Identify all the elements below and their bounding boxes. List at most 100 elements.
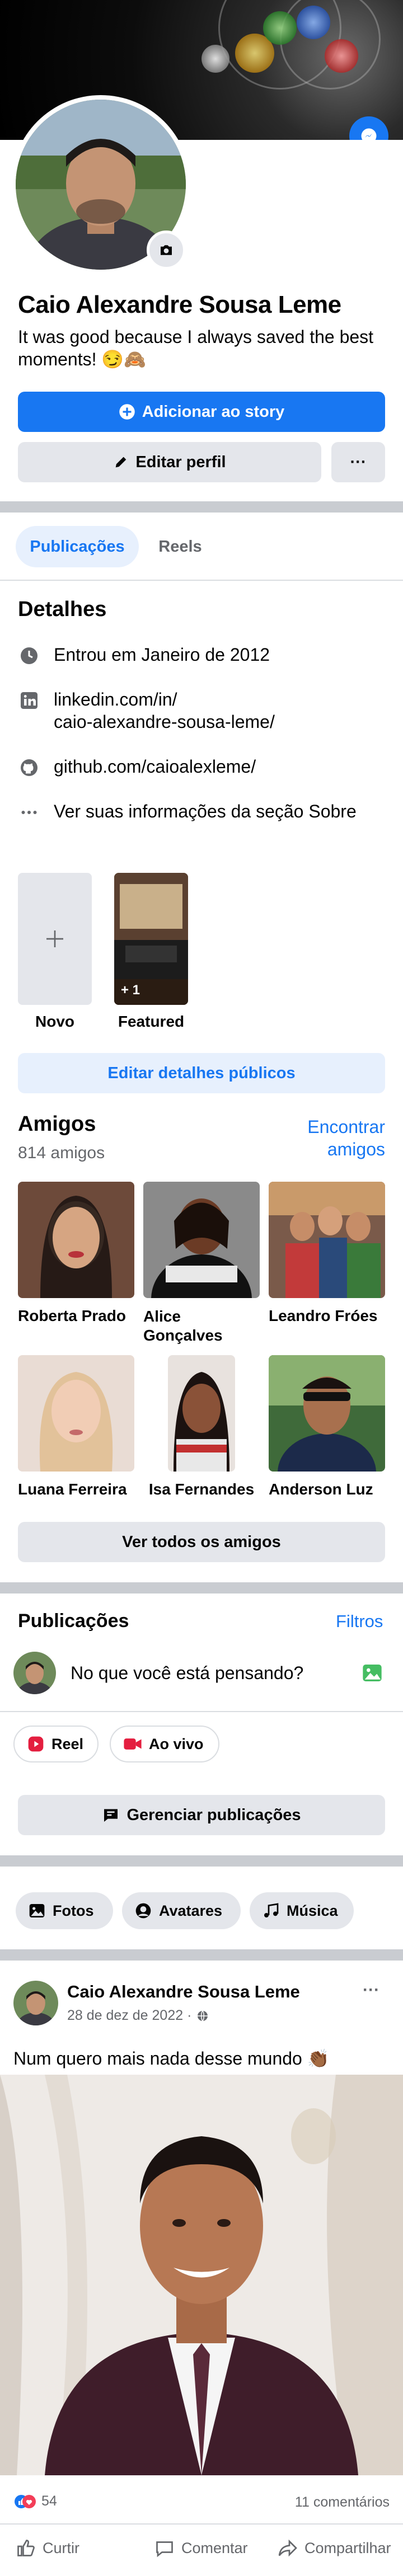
- featured-highlight-card[interactable]: + 1: [114, 873, 188, 1005]
- friend-photo[interactable]: [269, 1355, 385, 1472]
- cover-decoration: [202, 45, 229, 73]
- section-separator: [0, 1855, 403, 1867]
- music-tab-label: Música: [287, 1902, 338, 1919]
- composer-avatar[interactable]: [13, 1652, 56, 1694]
- share-label: Compartilhar: [304, 2539, 391, 2556]
- comment-button[interactable]: Comentar: [154, 2538, 248, 2558]
- share-button[interactable]: Compartilhar: [278, 2538, 391, 2558]
- avatar-camera-button[interactable]: [147, 231, 186, 270]
- detail-linkedin-text: linkedin.com/in/ caio-alexandre-sousa-le…: [54, 689, 275, 732]
- see-all-friends-button[interactable]: Ver todos os amigos: [18, 1522, 385, 1562]
- detail-linkedin[interactable]: linkedin.com/in/ caio-alexandre-sousa-le…: [18, 688, 275, 733]
- friend-name[interactable]: Luana Ferreira: [18, 1480, 134, 1498]
- reaction-summary[interactable]: 54: [13, 2493, 57, 2509]
- friend-name[interactable]: Leandro Fróes: [269, 1307, 385, 1325]
- details-title: Detalhes: [18, 598, 107, 621]
- friend-photo[interactable]: [143, 1182, 260, 1298]
- tab-posts-label: Publicações: [30, 537, 125, 556]
- globe-icon: [198, 2010, 208, 2022]
- like-label: Curtir: [43, 2539, 79, 2556]
- find-friends-link[interactable]: Encontrar amigos: [291, 1116, 385, 1160]
- detail-joined: Entrou em Janeiro de 2012: [18, 643, 270, 667]
- photos-tab-label: Fotos: [53, 1902, 94, 1919]
- friend-photo[interactable]: [18, 1182, 134, 1298]
- profile-name: Caio Alexandre Sousa Leme: [18, 291, 341, 318]
- edit-profile-button[interactable]: Editar perfil: [18, 442, 321, 482]
- photos-tab[interactable]: Fotos: [16, 1892, 113, 1929]
- comment-label: Comentar: [181, 2539, 248, 2556]
- detail-github-text: github.com/caioalexleme/: [54, 756, 256, 777]
- section-separator: [0, 1949, 403, 1961]
- avatars-tab-label: Avatares: [159, 1902, 223, 1919]
- reaction-count: 54: [41, 2493, 57, 2509]
- reel-button[interactable]: Reel: [13, 1726, 99, 1762]
- github-icon: [18, 756, 40, 779]
- friend-photo[interactable]: [18, 1355, 134, 1472]
- post-date: 28 de dez de 2022 ·: [67, 2008, 192, 2023]
- friend-photo[interactable]: [168, 1355, 235, 1472]
- edit-public-details-label: Editar detalhes públicos: [107, 1064, 296, 1082]
- filters-link[interactable]: Filtros: [336, 1611, 383, 1632]
- friend-name[interactable]: Isa Fernandes: [143, 1480, 260, 1498]
- edit-profile-label: Editar perfil: [135, 453, 226, 471]
- post-text: Num quero mais nada desse mundo 👏🏾: [13, 2048, 330, 2069]
- friend-name[interactable]: Alice Gonçalves: [143, 1307, 260, 1345]
- post-photo[interactable]: [0, 2075, 403, 2475]
- add-story-label: Adicionar ao story: [142, 402, 285, 421]
- reel-icon: [28, 1736, 44, 1752]
- avatar-story-button[interactable]: [349, 116, 388, 140]
- post-more-button[interactable]: ···: [363, 1981, 379, 2000]
- featured-count: + 1: [121, 983, 140, 998]
- messenger-icon: [361, 128, 377, 140]
- section-separator: [0, 1582, 403, 1593]
- avatar-sticker-icon: [135, 1903, 151, 1919]
- live-button[interactable]: Ao vivo: [110, 1726, 219, 1762]
- tab-posts[interactable]: Publicações: [16, 526, 139, 567]
- reel-label: Reel: [51, 1735, 84, 1752]
- detail-joined-text: Entrou em Janeiro de 2012: [54, 645, 270, 665]
- divider: [0, 1711, 403, 1712]
- profile-bio: It was good because I always saved the b…: [18, 327, 374, 369]
- linkedin-icon: [18, 689, 40, 712]
- thumbs-up-icon: [17, 2540, 35, 2556]
- post-author-avatar[interactable]: [13, 1981, 58, 2025]
- section-separator: [0, 501, 403, 513]
- comment-icon: [156, 2541, 173, 2558]
- avatars-tab[interactable]: Avatares: [122, 1892, 241, 1929]
- post-author-name[interactable]: Caio Alexandre Sousa Leme: [67, 1982, 300, 2002]
- composer-input[interactable]: No que você está pensando?: [71, 1663, 303, 1684]
- detail-about[interactable]: Ver suas informações da seção Sobre: [18, 800, 357, 824]
- edit-public-details-button[interactable]: Editar detalhes públicos: [18, 1053, 385, 1093]
- like-button[interactable]: Curtir: [16, 2538, 79, 2558]
- add-story-button[interactable]: Adicionar ao story: [18, 392, 385, 432]
- friend-name[interactable]: Anderson Luz: [269, 1480, 385, 1498]
- comment-count[interactable]: 11 comentários: [295, 2494, 390, 2511]
- cover-decoration: [297, 6, 330, 39]
- detail-about-text: Ver suas informações da seção Sobre: [54, 801, 357, 821]
- plus-icon: [46, 930, 63, 947]
- dots-icon: [18, 801, 40, 824]
- music-tab[interactable]: Música: [250, 1892, 354, 1929]
- manage-posts-button[interactable]: Gerenciar publicações: [18, 1795, 385, 1835]
- photos-icon: [29, 1904, 45, 1917]
- share-arrow-icon: [278, 2539, 297, 2557]
- featured-new-card[interactable]: [18, 873, 92, 1005]
- manage-posts-label: Gerenciar publicações: [126, 1806, 301, 1824]
- detail-github[interactable]: github.com/caioalexleme/: [18, 755, 256, 779]
- more-options-button[interactable]: ···: [331, 442, 385, 482]
- see-all-friends-label: Ver todos os amigos: [122, 1533, 281, 1551]
- cover-decoration: [325, 39, 358, 73]
- friends-title: Amigos: [18, 1112, 96, 1136]
- like-love-reaction-icon: [15, 2494, 36, 2508]
- friend-name[interactable]: Roberta Prado: [18, 1307, 134, 1325]
- live-video-icon: [124, 1738, 142, 1750]
- divider: [0, 2523, 403, 2525]
- tab-reels-label: Reels: [158, 537, 202, 556]
- friend-photo[interactable]: [269, 1182, 385, 1298]
- more-options-icon: ···: [350, 453, 367, 471]
- featured-label: Featured: [118, 1013, 185, 1030]
- tab-reels[interactable]: Reels: [147, 526, 214, 567]
- photo-upload-icon[interactable]: [360, 1662, 384, 1687]
- featured-new-label: Novo: [35, 1013, 74, 1030]
- pencil-icon: [116, 457, 126, 468]
